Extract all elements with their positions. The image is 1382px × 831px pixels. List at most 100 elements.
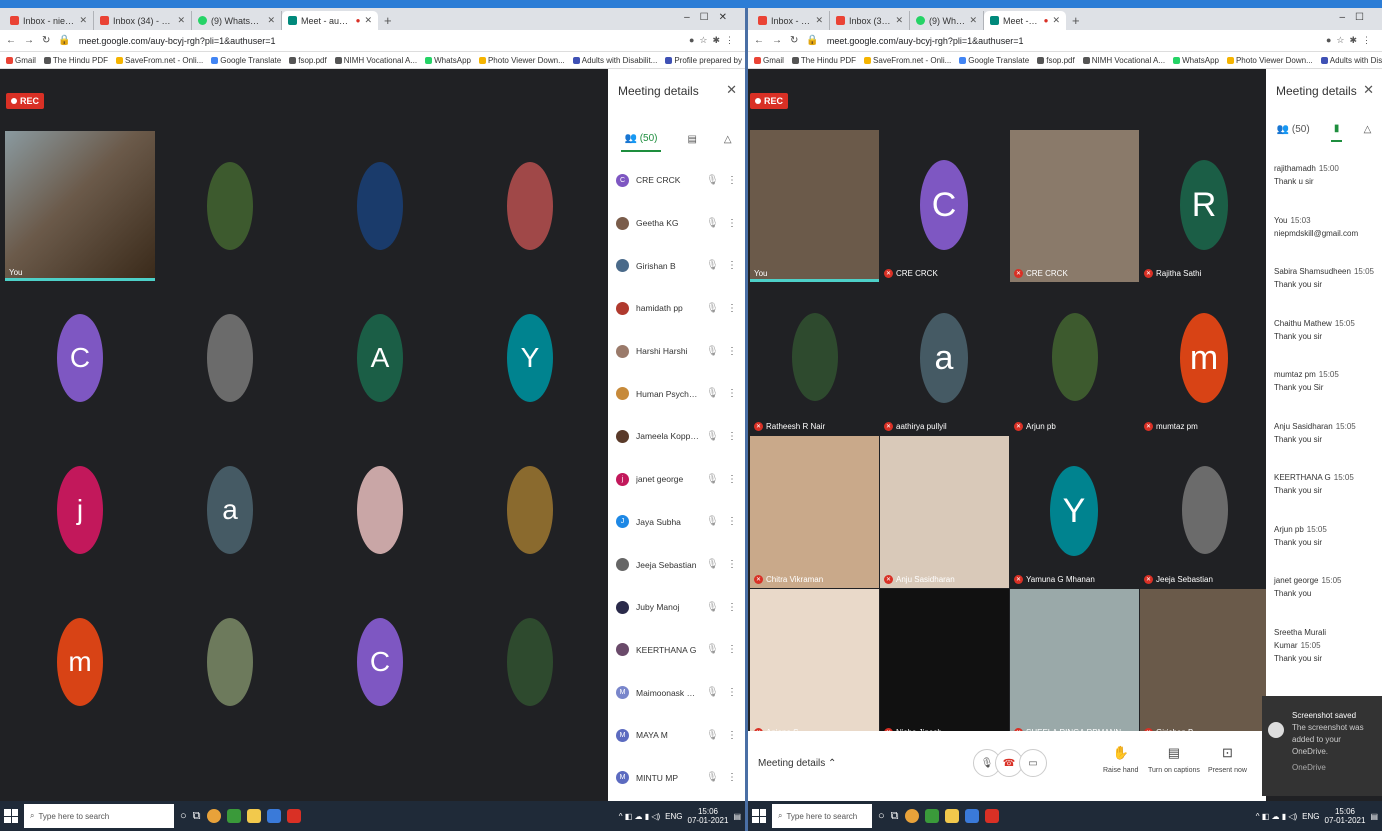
new-tab-button[interactable]: + [378,11,398,30]
more-options-icon[interactable]: ⋮ [727,303,737,314]
bookmark-item[interactable]: Google Translate [959,56,1029,65]
close-icon[interactable]: ✕ [815,15,823,26]
browser-tab[interactable]: (9) WhatsApp✕ [910,11,984,30]
cortana-icon[interactable]: ○ [878,810,885,822]
window-controls[interactable]: –☐ [1339,12,1374,23]
participant-row[interactable]: Jeeja Sebastian 🎙 ⋮ [608,543,745,586]
file-explorer-icon[interactable] [944,809,959,823]
close-icon[interactable]: ✕ [364,15,372,26]
windows-start-icon[interactable] [4,809,18,823]
cortana-icon[interactable]: ○ [180,810,187,822]
back-icon[interactable]: ← [754,35,764,46]
participant-row[interactable]: Human Psychologist 🎙 ⋮ [608,372,745,415]
more-options-icon[interactable]: ⋮ [727,644,737,655]
tray-icons[interactable]: ^ ◧ ☁ ▮ ◁) [1256,812,1297,821]
mic-off-icon[interactable]: 🎙 [706,431,720,442]
mic-off-icon[interactable]: 🎙 [706,602,720,613]
present-button[interactable]: ⊡ Present now [1208,745,1247,774]
window-controls[interactable]: –☐✕ [684,12,737,23]
participant-row[interactable]: M MAYA M 🎙 ⋮ [608,714,745,757]
bookmark-item[interactable]: WhatsApp [425,56,471,65]
clock[interactable]: 15:06 07-01-2021 [1325,807,1366,825]
close-icon[interactable]: ✕ [177,15,185,26]
chrome-icon[interactable] [206,809,221,823]
participant-row[interactable]: Jameela Koppilan 🎙 ⋮ [608,415,745,458]
reload-icon[interactable]: ↻ [42,35,50,46]
camera-button[interactable]: ▭ [1019,749,1047,777]
edge-icon[interactable] [924,809,939,823]
clock[interactable]: 15:06 07-01-2021 [688,807,729,825]
address-bar[interactable]: ← → ↻ 🔒 meet.google.com/auy-bcyj-rgh?pli… [748,30,1382,52]
bookmark-item[interactable]: Google Translate [211,56,281,65]
taskbar-search[interactable]: ⌕ Type here to search [24,804,174,828]
reload-icon[interactable]: ↻ [790,35,798,46]
participant-row[interactable]: Girishan B 🎙 ⋮ [608,244,745,287]
browser-tab-active[interactable]: Meet - auy-bcyj-rgh●✕ [282,11,378,30]
bookmark-item[interactable]: The Hindu PDF [43,56,108,65]
browser-tab[interactable]: Inbox (34) - niepmdskill@gmail ✕ [830,11,910,30]
address-bar[interactable]: ← → ↻ 🔒 meet.google.com/auy-bcyj-rgh?pli… [0,30,745,52]
mic-off-icon[interactable]: 🎙 [706,260,720,271]
browser-tab-active[interactable]: Meet - auy-bcyj-rgh●✕ [984,11,1066,30]
mic-off-icon[interactable]: 🎙 [706,303,720,314]
bookmark-item[interactable]: Adults with Disabilit... [1320,56,1382,65]
app-icon[interactable] [266,809,281,823]
close-icon[interactable]: ✕ [79,15,87,26]
toolbar-icons[interactable]: ●☆✱⋮ [1326,35,1376,46]
participant-row[interactable]: Geetha KG 🎙 ⋮ [608,202,745,245]
mic-off-icon[interactable]: 🎙 [706,687,720,698]
more-options-icon[interactable]: ⋮ [727,388,737,399]
participant-row[interactable]: Harshi Harshi 🎙 ⋮ [608,330,745,373]
bookmark-item[interactable]: NIMH Vocational A... [334,56,417,65]
notification-icon[interactable]: ▤ [1370,812,1378,821]
task-view-icon[interactable]: ⧉ [891,810,899,823]
people-tab[interactable]: 👥 (50) [1277,124,1310,135]
file-explorer-icon[interactable] [246,809,261,823]
more-options-icon[interactable]: ⋮ [727,474,737,485]
bookmark-item[interactable]: NIMH Vocational A... [1082,56,1165,65]
back-icon[interactable]: ← [6,35,16,46]
participant-row[interactable]: M MINTU MP 🎙 ⋮ [608,757,745,800]
app-icon[interactable] [964,809,979,823]
activities-tab[interactable]: △ [1364,124,1372,135]
browser-tab[interactable]: Inbox - niepmdcollection@gma ✕ [752,11,830,30]
more-options-icon[interactable]: ⋮ [727,687,737,698]
bookmark-item[interactable]: fsop.pdf [289,56,327,65]
more-options-icon[interactable]: ⋮ [727,175,737,186]
close-icon[interactable]: ✕ [895,15,903,26]
participant-row[interactable]: Juby Manoj 🎙 ⋮ [608,586,745,629]
participant-row[interactable]: M Maimoonask Maimoon... 🎙 ⋮ [608,671,745,714]
close-icon[interactable]: ✕ [969,15,977,26]
more-options-icon[interactable]: ⋮ [727,346,737,357]
close-panel-icon[interactable]: ✕ [1363,82,1374,98]
bookmark-item[interactable]: Gmail [6,56,36,65]
chrome-icon[interactable] [904,809,919,823]
forward-icon[interactable]: → [772,35,782,46]
activities-tab[interactable]: △ [724,134,732,145]
mic-off-icon[interactable]: 🎙 [706,730,720,741]
more-options-icon[interactable]: ⋮ [727,602,737,613]
mic-off-icon[interactable]: 🎙 [706,218,720,229]
pdf-icon[interactable] [286,809,301,823]
bookmark-item[interactable]: Photo Viewer Down... [1226,56,1313,65]
bookmark-item[interactable]: The Hindu PDF [791,56,856,65]
mic-off-icon[interactable]: 🎙 [706,474,720,485]
more-options-icon[interactable]: ⋮ [727,559,737,570]
new-tab-button[interactable]: + [1066,11,1086,30]
mic-off-icon[interactable]: 🎙 [706,644,720,655]
bookmark-item[interactable]: SaveFrom.net - Onli... [116,56,203,65]
mic-off-icon[interactable]: 🎙 [706,772,720,783]
chat-tab[interactable]: ▤ [687,134,696,145]
chat-tab[interactable]: ▮ [1330,117,1343,142]
participant-row[interactable]: KEERTHANA G 🎙 ⋮ [608,629,745,672]
screenshot-toast[interactable]: Screenshot saved The screenshot was adde… [1262,696,1382,796]
task-view-icon[interactable]: ⧉ [193,810,201,823]
notification-icon[interactable]: ▤ [733,812,741,821]
bookmark-item[interactable]: Adults with Disabilit... [572,56,657,65]
bookmark-item[interactable]: Gmail [754,56,784,65]
lang-indicator[interactable]: ENG [1302,812,1319,821]
more-options-icon[interactable]: ⋮ [727,730,737,741]
close-icon[interactable]: ✕ [1052,15,1060,26]
participant-row[interactable]: C CRE CRCK 🎙 ⋮ [608,159,745,202]
browser-tab[interactable]: (9) WhatsApp✕ [192,11,282,30]
